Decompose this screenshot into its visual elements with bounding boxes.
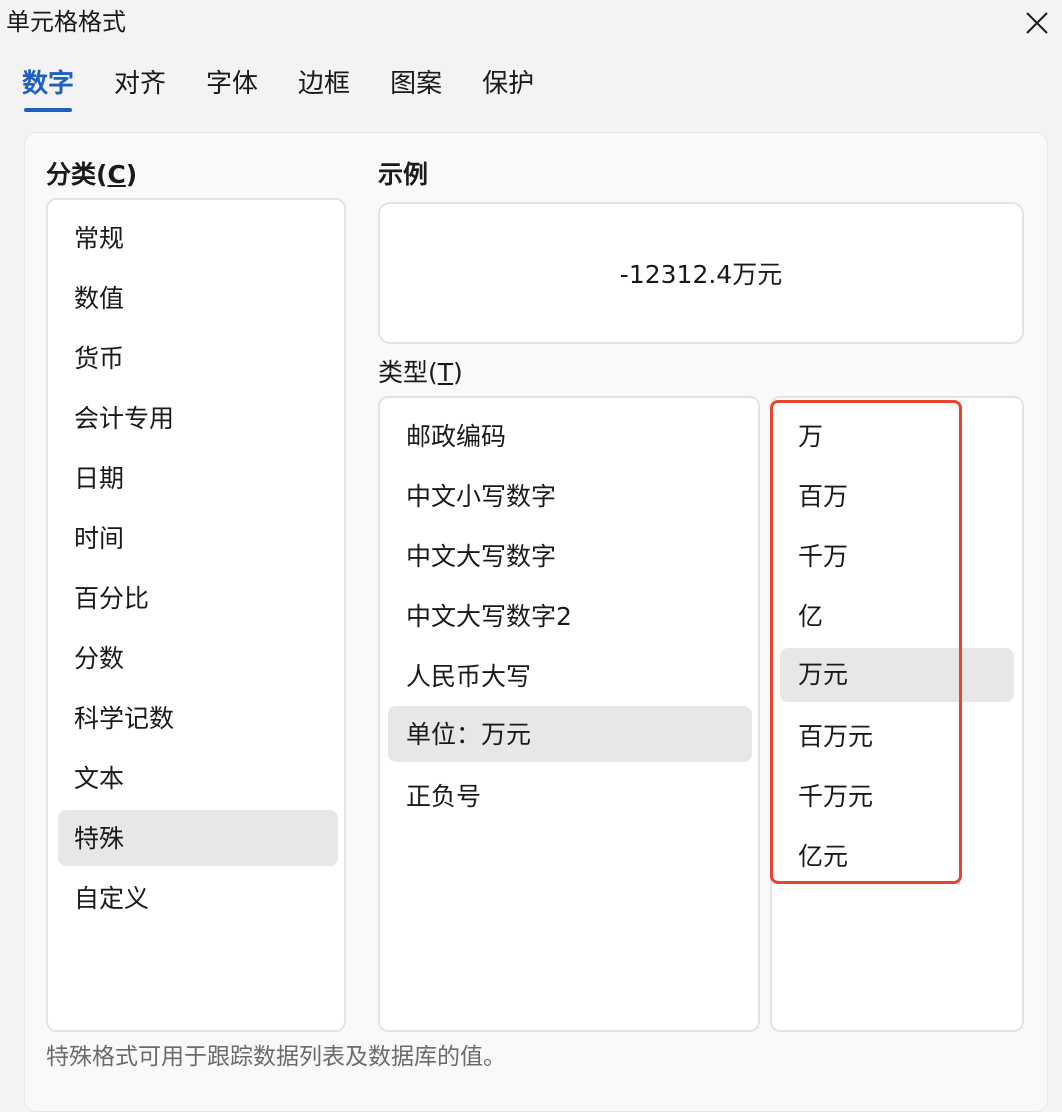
tab-alignment[interactable]: 对齐 [114, 66, 166, 112]
type-item-plus-minus[interactable]: 正负号 [390, 778, 750, 834]
unit-item-yi[interactable]: 亿 [782, 598, 1014, 654]
tab-protection[interactable]: 保护 [482, 66, 534, 112]
category-label-suffix: ) [125, 160, 138, 189]
category-item-accounting[interactable]: 会计专用 [58, 400, 338, 456]
unit-item-qianwan[interactable]: 千万 [782, 538, 1014, 594]
unit-item-yiyuan[interactable]: 亿元 [782, 838, 1014, 894]
sample-label: 示例 [378, 160, 429, 189]
type-label-suffix: ) [453, 358, 463, 387]
title-bar: 单元格格式 [0, 0, 1062, 50]
category-label: 分类(C) [46, 158, 137, 192]
category-label-accesskey: C [107, 160, 126, 189]
type-item-chinese-upper-2[interactable]: 中文大写数字2 [390, 598, 750, 654]
category-item-percentage[interactable]: 百分比 [58, 580, 338, 636]
dialog-title: 单元格格式 [6, 8, 126, 36]
category-item-text[interactable]: 文本 [58, 760, 338, 816]
category-item-time[interactable]: 时间 [58, 520, 338, 576]
type-item-unit-wanyuan[interactable]: 单位：万元 [388, 706, 752, 762]
unit-item-baiwan[interactable]: 百万 [782, 478, 1014, 534]
type-label: 类型(T) [378, 356, 463, 390]
category-item-fraction[interactable]: 分数 [58, 640, 338, 696]
category-item-date[interactable]: 日期 [58, 460, 338, 516]
category-description: 特殊格式可用于跟踪数据列表及数据库的值。 [46, 1044, 506, 1070]
tab-border[interactable]: 边框 [298, 66, 350, 112]
category-listbox[interactable]: 常规 数值 货币 会计专用 日期 时间 百分比 分数 科学记数 文本 特殊 自定… [46, 198, 346, 1032]
unit-listbox[interactable]: 万 百万 千万 亿 万元 百万元 千万元 亿元 [770, 396, 1024, 1032]
sample-value: -12312.4万元 [619, 260, 783, 289]
close-button[interactable] [1012, 0, 1062, 46]
tab-number[interactable]: 数字 [22, 66, 74, 112]
unit-item-qianwanyuan[interactable]: 千万元 [782, 778, 1014, 834]
category-item-general[interactable]: 常规 [58, 220, 338, 276]
type-listbox[interactable]: 邮政编码 中文小写数字 中文大写数字 中文大写数字2 人民币大写 单位：万元 正… [378, 396, 760, 1032]
tab-bar: 数字 对齐 字体 边框 图案 保护 [22, 66, 574, 112]
category-item-number[interactable]: 数值 [58, 280, 338, 336]
category-label-prefix: 分类( [46, 160, 108, 189]
category-item-currency[interactable]: 货币 [58, 340, 338, 396]
category-item-custom[interactable]: 自定义 [58, 880, 338, 936]
type-label-prefix: 类型( [378, 358, 438, 387]
category-item-scientific[interactable]: 科学记数 [58, 700, 338, 756]
type-item-chinese-lower[interactable]: 中文小写数字 [390, 478, 750, 534]
type-item-chinese-upper[interactable]: 中文大写数字 [390, 538, 750, 594]
type-label-accesskey: T [437, 358, 454, 387]
close-icon [1026, 12, 1048, 34]
unit-item-baiwanyuan[interactable]: 百万元 [782, 718, 1014, 774]
sample-box: -12312.4万元 [378, 202, 1024, 344]
tab-font[interactable]: 字体 [206, 66, 258, 112]
unit-item-wanyuan[interactable]: 万元 [780, 648, 1014, 702]
type-item-postal-code[interactable]: 邮政编码 [390, 418, 750, 474]
category-item-special[interactable]: 特殊 [58, 810, 338, 866]
tab-pattern[interactable]: 图案 [390, 66, 442, 112]
unit-item-wan[interactable]: 万 [782, 418, 1014, 474]
